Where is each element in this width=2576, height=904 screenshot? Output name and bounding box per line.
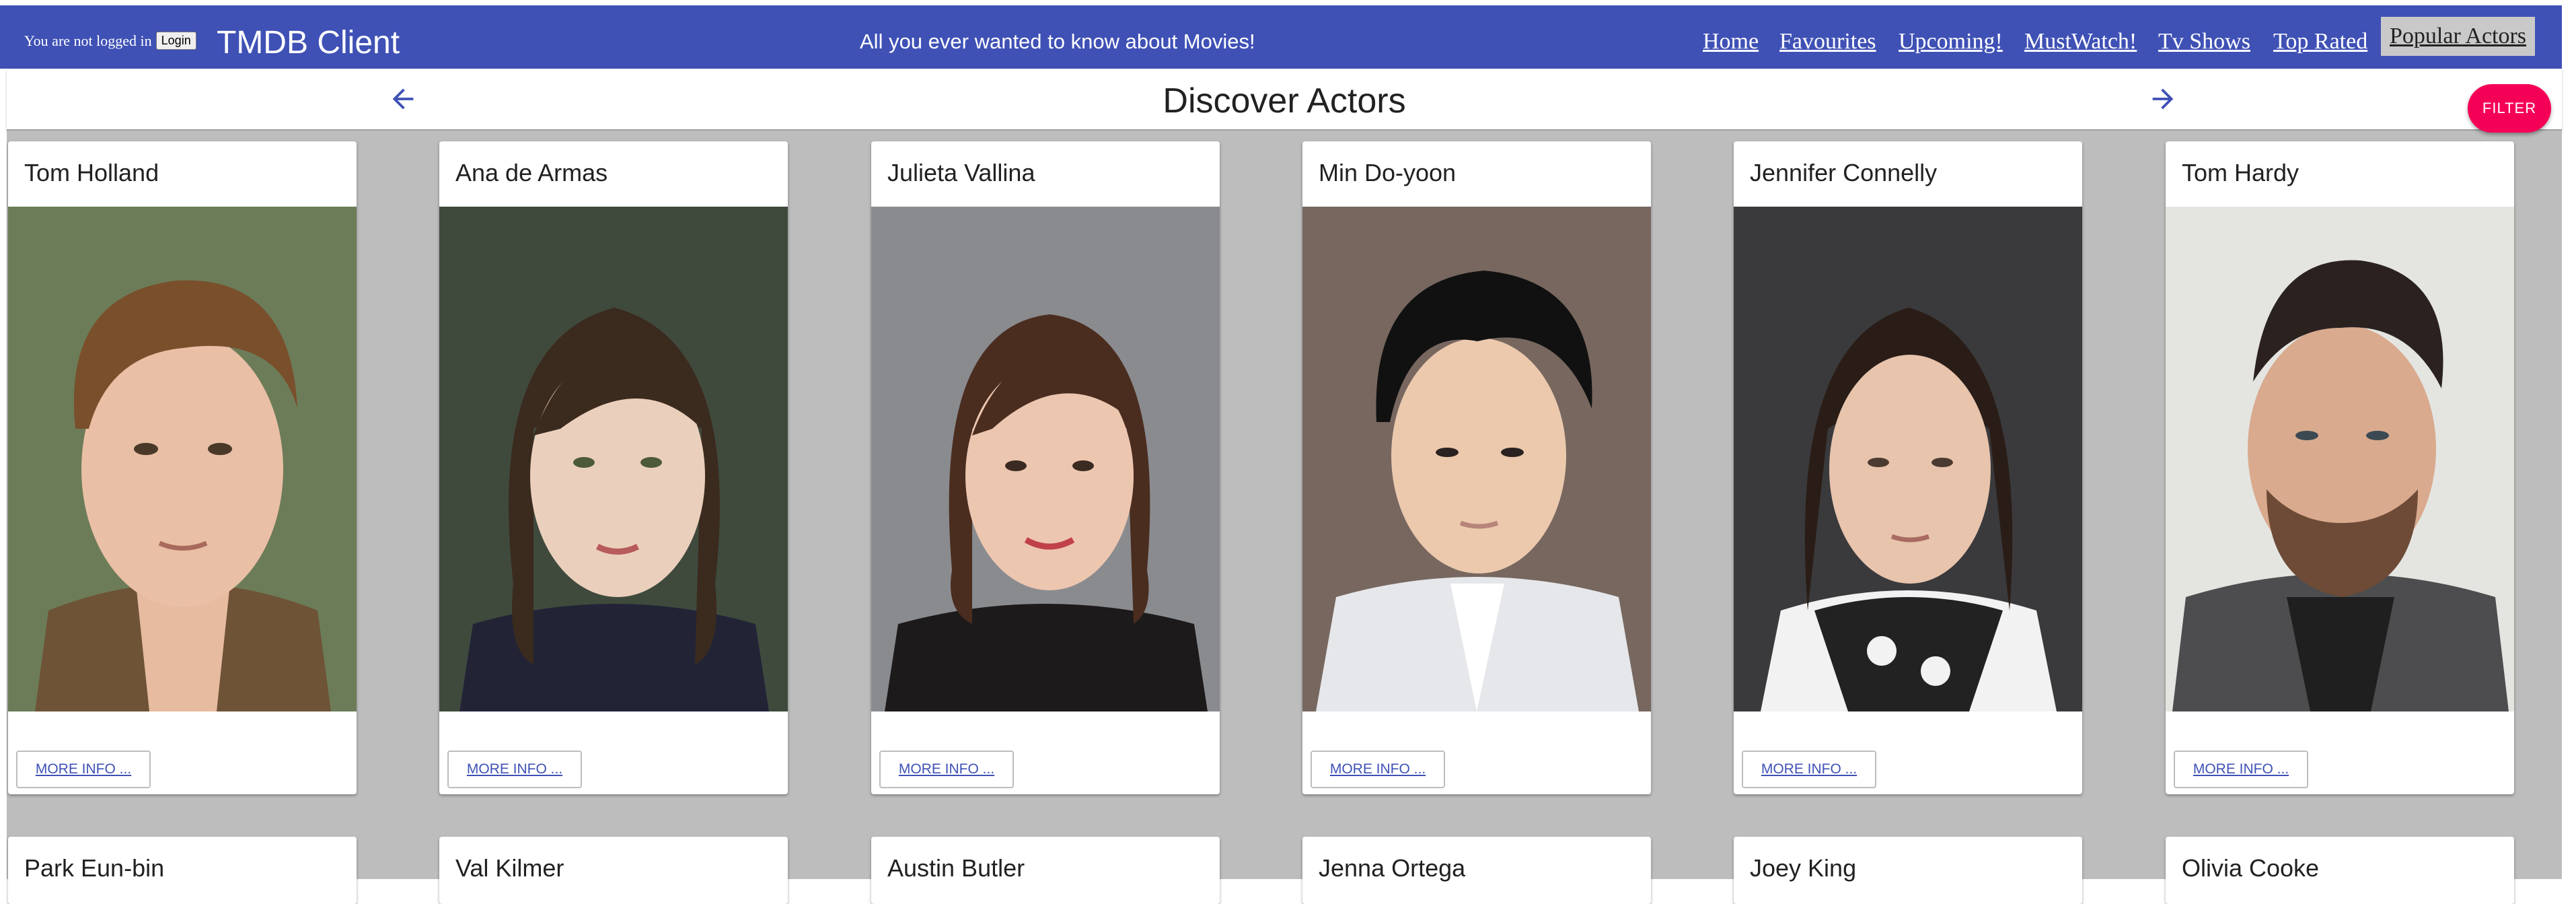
actor-name: Val Kilmer — [455, 854, 564, 882]
actor-name: Tom Hardy — [2182, 159, 2299, 186]
nav-tv-shows[interactable]: Tv Shows — [2158, 29, 2250, 55]
actor-card[interactable]: Park Eun-bin — [8, 837, 357, 904]
actor-card[interactable]: Jenna Ortega — [1302, 837, 1651, 904]
nav-mustwatch[interactable]: MustWatch! — [2024, 29, 2137, 55]
actor-photo — [2166, 207, 2514, 711]
actor-grid: Tom Holland MORE INFO ... Ana de Armas M… — [7, 131, 2562, 904]
page-title: Discover Actors — [1163, 81, 1406, 120]
nav-top-rated[interactable]: Top Rated — [2273, 29, 2367, 55]
page-header: Discover Actors — [7, 69, 2562, 131]
more-info-button[interactable]: MORE INFO ... — [1311, 751, 1445, 788]
more-info-button[interactable]: MORE INFO ... — [2174, 751, 2308, 788]
actor-photo — [871, 207, 1220, 711]
actor-photo — [439, 207, 788, 711]
actor-card[interactable]: Jennifer Connelly MORE INFO ... — [1734, 141, 2082, 794]
actor-photo — [1302, 207, 1651, 711]
actor-card[interactable]: Tom Hardy MORE INFO ... — [2166, 141, 2514, 794]
login-area: You are not logged in Login — [24, 32, 196, 50]
actor-name: Olivia Cooke — [2182, 854, 2320, 882]
more-info-button[interactable]: MORE INFO ... — [447, 751, 582, 788]
login-status: You are not logged in — [24, 32, 152, 49]
nav-favourites[interactable]: Favourites — [1779, 29, 1876, 55]
more-info-button[interactable]: MORE INFO ... — [16, 751, 151, 788]
actor-name: Park Eun-bin — [24, 854, 165, 882]
actor-card[interactable]: Joey King — [1734, 837, 2082, 904]
filter-button[interactable]: FILTER — [2468, 84, 2551, 133]
login-button[interactable]: Login — [155, 32, 196, 50]
actor-card[interactable]: Julieta Vallina MORE INFO ... — [871, 141, 1220, 794]
actor-card[interactable]: Olivia Cooke — [2166, 837, 2514, 904]
tagline: All you ever wanted to know about Movies… — [860, 30, 1255, 53]
nav-upcoming[interactable]: Upcoming! — [1899, 29, 2003, 55]
actor-name: Austin Butler — [887, 854, 1025, 882]
actor-photo — [1734, 207, 2082, 711]
nav-popular-actors[interactable]: Popular Actors — [2381, 17, 2536, 56]
actor-name: Min Do-yoon — [1319, 159, 1457, 186]
app-bar: You are not logged in Login TMDB Client … — [0, 5, 2562, 69]
actor-card[interactable]: Ana de Armas MORE INFO ... — [439, 141, 788, 794]
actor-card[interactable]: Min Do-yoon MORE INFO ... — [1302, 141, 1651, 794]
more-info-button[interactable]: MORE INFO ... — [1742, 751, 1876, 788]
actor-name: Jenna Ortega — [1319, 854, 1466, 882]
actor-card[interactable]: Tom Holland MORE INFO ... — [8, 141, 357, 794]
actor-name: Ana de Armas — [455, 159, 608, 186]
arrow-right-icon[interactable] — [2147, 83, 2178, 114]
nav-home[interactable]: Home — [1703, 29, 1759, 55]
actor-name: Joey King — [1750, 854, 1857, 882]
brand-title[interactable]: TMDB Client — [217, 24, 400, 61]
actor-name: Julieta Vallina — [887, 159, 1035, 186]
actor-card[interactable]: Val Kilmer — [439, 837, 788, 904]
more-info-button[interactable]: MORE INFO ... — [879, 751, 1014, 788]
actor-name: Tom Holland — [24, 159, 159, 186]
actor-name: Jennifer Connelly — [1750, 159, 1938, 186]
actor-photo — [8, 207, 357, 711]
actor-card[interactable]: Austin Butler — [871, 837, 1220, 904]
